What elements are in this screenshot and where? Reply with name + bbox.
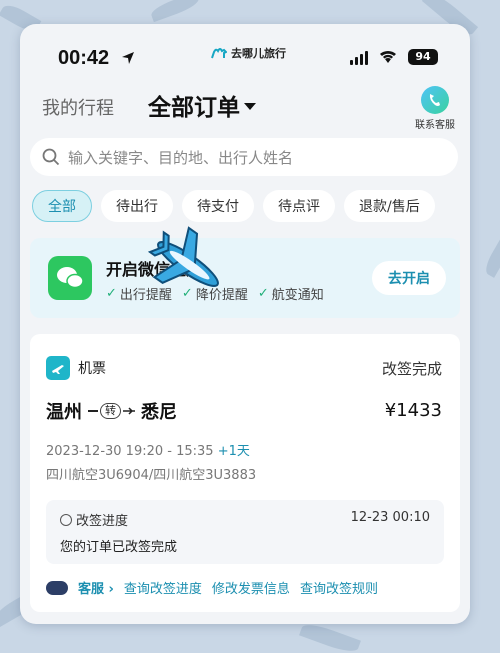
progress-time: 12-23 00:10 (350, 510, 430, 525)
page-title: 全部订单 (148, 95, 240, 121)
transfer-line (88, 410, 98, 412)
phone-screen: 00:42 去哪儿旅行 94 我的行程 全部订单 联系客服 输入关键字、目的地、… (20, 24, 470, 624)
battery-icon: 94 (408, 49, 438, 65)
order-actions: 客服 › 查询改签进度 修改发票信息 查询改签规则 (46, 578, 378, 597)
search-placeholder: 输入关键字、目的地、出行人姓名 (68, 148, 294, 167)
all-orders-dropdown[interactable]: 全部订单 (148, 88, 256, 122)
progress-title: 改签进度 (60, 510, 128, 529)
clock-icon (60, 513, 72, 526)
flight-ticket-icon (46, 356, 70, 380)
transfer-indicator: 转 (88, 403, 135, 419)
status-time: 00:42 (58, 47, 110, 69)
modify-invoice-link[interactable]: 修改发票信息 (212, 578, 290, 597)
search-input[interactable]: 输入关键字、目的地、出行人姓名 (30, 138, 458, 176)
service-link-label: 客服 (78, 582, 105, 597)
transfer-badge: 转 (100, 403, 121, 419)
location-arrow-icon (122, 52, 134, 64)
tab-refund-aftersale[interactable]: 退款/售后 (344, 190, 435, 222)
tab-all[interactable]: 全部 (32, 190, 92, 222)
camel-logo-icon (211, 48, 227, 59)
background-leaf (149, 0, 201, 23)
service-link[interactable]: 客服 › (78, 578, 114, 597)
tab-my-trip[interactable]: 我的行程 (42, 94, 114, 120)
status-bar: 00:42 去哪儿旅行 94 (20, 24, 470, 84)
progress-title-text: 改签进度 (76, 514, 129, 529)
check-icon: ✓ (257, 286, 269, 301)
plus-day-badge: +1天 (217, 444, 250, 459)
check-icon: ✓ (106, 286, 117, 301)
app-name: 去哪儿旅行 (231, 47, 286, 60)
service-bot-icon (46, 580, 68, 595)
query-progress-link[interactable]: 查询改签进度 (124, 578, 202, 597)
airline-flights: 四川航空3U6904/四川航空3U3883 (46, 468, 257, 483)
feature-item: ✓ 航变通知 (258, 284, 324, 303)
datetime-text: 2023-12-30 19:20 - 15:35 (46, 444, 214, 459)
flight-datetime: 2023-12-30 19:20 - 15:35 +1天 (46, 440, 250, 459)
order-type: 机票 (78, 361, 106, 377)
query-rules-link[interactable]: 查询改签规则 (300, 578, 378, 597)
filter-tabs: 全部 待出行 待支付 待点评 退款/售后 (32, 190, 462, 222)
order-price: ¥1433 (384, 400, 442, 421)
enable-notify-button[interactable]: 去开启 (372, 261, 446, 295)
header: 我的行程 全部订单 联系客服 (20, 84, 470, 134)
phone-service-icon (421, 86, 449, 114)
feature-label: 航变通知 (271, 288, 324, 303)
signal-icon (350, 51, 368, 65)
app-indicator: 去哪儿旅行 (205, 42, 294, 64)
flight-route: 温州 转 悉尼 (46, 398, 177, 424)
background-leaf (481, 236, 500, 278)
background-leaf (299, 620, 361, 653)
contact-service-label: 联系客服 (415, 120, 455, 131)
order-card[interactable]: 机票 改签完成 温州 转 悉尼 ¥1433 2023-12-30 19:20 -… (30, 334, 460, 612)
small-plane-icon (123, 407, 135, 415)
wechat-notify-card: 开启微信通知 ✓ 出行提醒 ✓ 降价提醒 ✓ 航变通知 去开启 (30, 238, 460, 318)
order-status: 改签完成 (381, 360, 442, 378)
tab-pending-review[interactable]: 待点评 (263, 190, 335, 222)
change-progress-box[interactable]: 改签进度 12-23 00:10 您的订单已改签完成 (46, 500, 444, 564)
search-icon (42, 148, 60, 166)
progress-description: 您的订单已改签完成 (60, 540, 178, 555)
contact-service-button[interactable]: 联系客服 (408, 86, 462, 131)
wechat-icon (48, 256, 92, 300)
wifi-icon (380, 50, 396, 63)
origin-city: 温州 (46, 402, 82, 423)
destination-city: 悉尼 (141, 402, 177, 423)
caret-down-icon (244, 103, 256, 110)
airplane-sticker-icon (147, 226, 219, 287)
